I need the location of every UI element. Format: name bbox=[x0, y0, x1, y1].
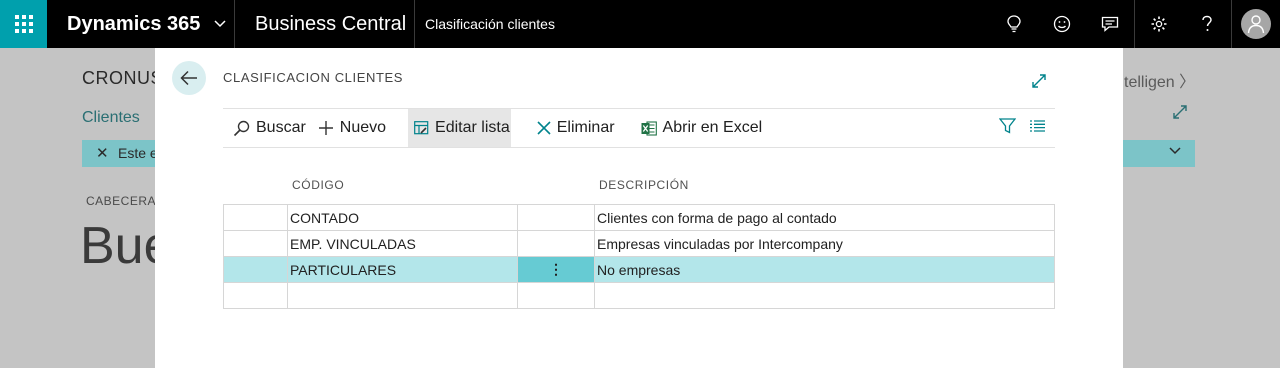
row-selector[interactable] bbox=[223, 256, 288, 283]
top-bar: Dynamics 365 Business Central Clasificac… bbox=[0, 0, 1280, 48]
code-cell[interactable]: EMP. VINCULADAS bbox=[287, 230, 518, 257]
lookup-dialog: CLASIFICACION CLIENTES Buscar Nuevo Edit… bbox=[155, 48, 1123, 368]
messages-button[interactable] bbox=[1086, 0, 1134, 48]
settings-button[interactable] bbox=[1135, 0, 1183, 48]
chevron-down-icon bbox=[214, 17, 226, 31]
filter-button[interactable] bbox=[998, 117, 1017, 139]
delete-label: Eliminar bbox=[556, 119, 615, 136]
waffle-icon bbox=[14, 15, 33, 33]
app-launcher-button[interactable] bbox=[0, 0, 47, 48]
gear-icon bbox=[1151, 16, 1167, 32]
table-row[interactable]: CONTADO Clientes con forma de pago al co… bbox=[223, 204, 1055, 231]
question-icon bbox=[1202, 15, 1212, 31]
data-grid: CONTADO Clientes con forma de pago al co… bbox=[223, 204, 1055, 309]
brand-menu[interactable]: Dynamics 365 bbox=[47, 0, 235, 48]
expand-icon bbox=[1032, 74, 1046, 88]
code-cell[interactable] bbox=[287, 282, 518, 309]
new-button[interactable]: Nuevo bbox=[312, 109, 392, 147]
avatar bbox=[1241, 9, 1271, 39]
list-view-button[interactable] bbox=[1030, 119, 1045, 137]
excel-label: Abrir en Excel bbox=[662, 119, 763, 136]
view-tools bbox=[998, 117, 1055, 139]
lightbulb-icon bbox=[1007, 15, 1021, 33]
section-label: CABECERA bbox=[86, 194, 157, 208]
filter-text: Este e bbox=[118, 145, 158, 161]
description-cell[interactable]: Clientes con forma de pago al contado bbox=[594, 204, 1055, 231]
page-title: Clasificación clientes bbox=[425, 16, 555, 32]
plus-icon bbox=[318, 121, 333, 135]
action-bar: Buscar Nuevo Editar lista Eliminar Abrir… bbox=[223, 108, 1055, 148]
edit-table-icon bbox=[414, 121, 429, 135]
factbox-label: telligen 〉 bbox=[1124, 68, 1195, 92]
dialog-title: CLASIFICACION CLIENTES bbox=[223, 70, 404, 85]
brand-label: Dynamics 365 bbox=[67, 12, 201, 35]
table-row-selected[interactable]: PARTICULARES ⋮ No empresas bbox=[223, 256, 1055, 283]
search-label: Buscar bbox=[256, 119, 306, 136]
description-cell[interactable] bbox=[594, 282, 1055, 309]
table-row[interactable]: EMP. VINCULADAS Empresas vinculadas por … bbox=[223, 230, 1055, 257]
person-icon bbox=[1247, 15, 1265, 34]
column-header-description[interactable]: DESCRIPCIÓN bbox=[599, 178, 689, 192]
product-name[interactable]: Business Central bbox=[235, 0, 415, 48]
breadcrumb: Clientes bbox=[82, 109, 140, 126]
row-actions-cell[interactable] bbox=[517, 204, 595, 231]
code-cell[interactable]: PARTICULARES bbox=[287, 256, 518, 283]
company-name: CRONUS bbox=[82, 68, 164, 88]
smiley-icon bbox=[1053, 15, 1071, 33]
row-actions-cell[interactable] bbox=[517, 230, 595, 257]
row-actions-menu-button[interactable]: ⋮ bbox=[517, 256, 595, 283]
chevron-right-icon: 〉 bbox=[1179, 74, 1196, 91]
excel-icon bbox=[641, 120, 657, 136]
search-icon bbox=[233, 120, 250, 136]
delete-button[interactable]: Eliminar bbox=[531, 109, 621, 147]
chevron-down-icon bbox=[1169, 144, 1181, 158]
feedback-button[interactable] bbox=[1038, 0, 1086, 48]
code-cell[interactable]: CONTADO bbox=[287, 204, 518, 231]
new-label: Nuevo bbox=[339, 119, 387, 136]
search-button[interactable]: Buscar bbox=[223, 109, 312, 147]
row-selector[interactable] bbox=[223, 282, 288, 309]
expand-button[interactable] bbox=[1031, 73, 1047, 94]
row-selector[interactable] bbox=[223, 230, 288, 257]
edit-list-button[interactable]: Editar lista bbox=[408, 109, 511, 147]
table-row-new[interactable] bbox=[223, 282, 1055, 309]
list-icon bbox=[1030, 120, 1045, 132]
description-cell[interactable]: Empresas vinculadas por Intercompany bbox=[594, 230, 1055, 257]
user-account-button[interactable] bbox=[1232, 0, 1280, 48]
close-icon bbox=[537, 121, 551, 135]
help-button[interactable] bbox=[1183, 0, 1231, 48]
filter-icon bbox=[998, 117, 1017, 134]
back-button[interactable] bbox=[172, 61, 206, 95]
lightbulb-button[interactable] bbox=[990, 0, 1038, 48]
chat-icon bbox=[1101, 16, 1119, 32]
expand-icon bbox=[1172, 104, 1188, 125]
arrow-left-icon bbox=[180, 70, 197, 86]
description-cell[interactable]: No empresas bbox=[594, 256, 1055, 283]
edit-list-label: Editar lista bbox=[435, 119, 510, 136]
column-header-code[interactable]: CÓDIGO bbox=[292, 178, 344, 192]
close-icon: ✕ bbox=[96, 145, 109, 162]
factbox-text: telligen bbox=[1124, 74, 1175, 91]
row-selector[interactable] bbox=[223, 204, 288, 231]
row-actions-cell[interactable] bbox=[517, 282, 595, 309]
open-in-excel-button[interactable]: Abrir en Excel bbox=[635, 109, 769, 147]
